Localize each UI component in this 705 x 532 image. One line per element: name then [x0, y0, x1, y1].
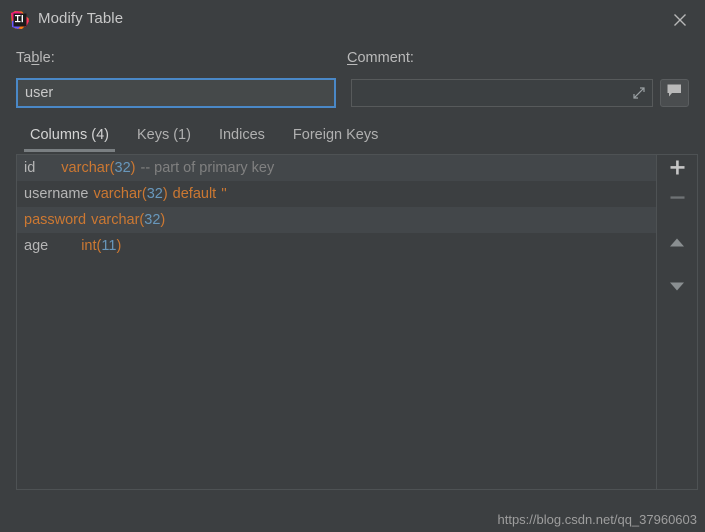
remove-column-button[interactable] [657, 185, 697, 215]
column-name: id [24, 160, 35, 176]
column-type: varchar [91, 212, 139, 228]
tab-columns[interactable]: Columns (4) [16, 124, 123, 152]
column-name: password [24, 212, 86, 228]
column-type: varchar [61, 160, 109, 176]
move-up-button[interactable] [657, 229, 697, 259]
tab-indices[interactable]: Indices [205, 124, 279, 152]
table-row[interactable]: idvarchar(32)-- part of primary key [17, 155, 656, 181]
window-title: Modify Table [38, 10, 123, 27]
table-label-post: le: [39, 50, 54, 66]
intellij-idea-icon [10, 10, 30, 30]
triangle-down-icon [669, 279, 685, 297]
column-name: username [24, 186, 88, 202]
column-size: 32 [144, 212, 160, 228]
table-row[interactable]: ageint(11) [17, 233, 656, 259]
tab-foreign-keys[interactable]: Foreign Keys [279, 124, 392, 152]
column-size: 32 [147, 186, 163, 202]
column-keyword: default [173, 186, 217, 202]
columns-toolbar [656, 154, 698, 490]
comment-input[interactable] [351, 79, 653, 107]
table-name-input[interactable] [16, 78, 336, 108]
table-row[interactable]: passwordvarchar(32) [17, 207, 656, 233]
column-size: 32 [115, 160, 131, 176]
column-size: 11 [101, 238, 116, 254]
tab-keys[interactable]: Keys (1) [123, 124, 205, 152]
title-bar: Modify Table [0, 0, 705, 40]
modify-table-dialog: Modify Table Table: Comment: [0, 0, 705, 532]
column-name: age [24, 238, 48, 254]
comment-label-post: omment: [357, 50, 413, 66]
tab-bar: Columns (4) Keys (1) Indices Foreign Key… [16, 124, 689, 153]
table-label: Table: [16, 50, 55, 66]
add-column-button[interactable] [657, 155, 697, 185]
column-default-value: '' [221, 186, 227, 202]
comment-bubble-button[interactable] [660, 79, 689, 107]
comment-field-wrapper [351, 79, 653, 107]
paren-close: ) [163, 186, 168, 202]
comment-label-mnemonic: C [347, 50, 357, 66]
comment-label: Comment: [347, 50, 414, 66]
column-type: int [81, 238, 96, 254]
table-label-pre: Ta [16, 50, 31, 66]
watermark-url: https://blog.csdn.net/qq_37960603 [498, 512, 698, 527]
columns-list[interactable]: idvarchar(32)-- part of primary key user… [16, 154, 656, 490]
paren-close: ) [160, 212, 165, 228]
paren-close: ) [116, 238, 121, 254]
paren-close: ) [131, 160, 136, 176]
minus-icon [669, 189, 686, 211]
plus-icon [669, 159, 686, 181]
table-row[interactable]: usernamevarchar(32)default'' [17, 181, 656, 207]
column-comment: -- part of primary key [140, 160, 274, 176]
triangle-up-icon [669, 235, 685, 253]
column-type: varchar [93, 186, 141, 202]
close-icon[interactable] [663, 6, 697, 34]
comment-bubble-icon [666, 83, 683, 103]
move-down-button[interactable] [657, 273, 697, 303]
